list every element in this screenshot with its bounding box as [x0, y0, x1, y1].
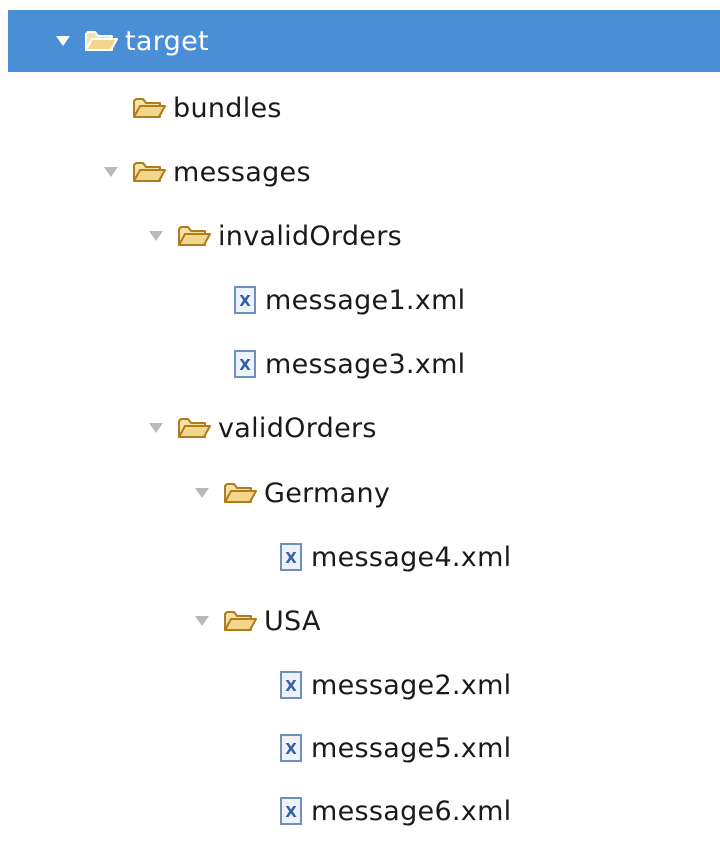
expand-arrow-icon[interactable]	[145, 225, 167, 247]
svg-text:X: X	[239, 292, 251, 310]
xml-file-icon: X	[278, 670, 304, 700]
tree-item-messages[interactable]: messages	[8, 140, 720, 204]
folder-icon	[177, 223, 211, 249]
tree-item-label: message2.xml	[311, 669, 512, 701]
tree-item-label: message5.xml	[311, 732, 512, 764]
xml-file-icon: X	[232, 285, 258, 315]
expand-arrow-icon[interactable]	[145, 417, 167, 439]
svg-text:X: X	[285, 803, 297, 821]
xml-file-icon: X	[278, 796, 304, 826]
folder-icon	[177, 415, 211, 441]
xml-file-icon: X	[232, 349, 258, 379]
svg-text:X: X	[239, 356, 251, 374]
expand-arrow-icon[interactable]	[191, 610, 213, 632]
tree-item-label: bundles	[173, 92, 282, 124]
tree-item-message5-xml[interactable]: X message5.xml	[8, 716, 720, 780]
tree-item-label: USA	[264, 605, 321, 637]
tree-item-label: Germany	[264, 477, 391, 509]
folder-icon	[84, 28, 118, 54]
tree-item-label: message4.xml	[311, 541, 512, 573]
tree-item-invalidorders[interactable]: invalidOrders	[8, 204, 720, 268]
tree-item-label: validOrders	[218, 412, 377, 444]
xml-file-icon: X	[278, 542, 304, 572]
tree-item-germany[interactable]: Germany	[8, 461, 720, 525]
folder-icon	[223, 480, 257, 506]
tree-item-message1-xml[interactable]: X message1.xml	[8, 268, 720, 332]
svg-text:X: X	[285, 549, 297, 567]
svg-text:X: X	[285, 740, 297, 758]
tree-item-message4-xml[interactable]: X message4.xml	[8, 525, 720, 589]
tree-item-label: message3.xml	[265, 348, 466, 380]
tree-item-label: message1.xml	[265, 284, 466, 316]
project-explorer-tree: target bundles messages invalidOrders X …	[0, 0, 720, 848]
tree-item-message2-xml[interactable]: X message2.xml	[8, 653, 720, 717]
xml-file-icon: X	[278, 733, 304, 763]
folder-icon	[132, 159, 166, 185]
tree-item-validorders[interactable]: validOrders	[8, 396, 720, 460]
tree-item-message3-xml[interactable]: X message3.xml	[8, 332, 720, 396]
tree-item-target[interactable]: target	[8, 10, 720, 72]
tree-item-label: invalidOrders	[218, 220, 402, 252]
tree-item-label: target	[125, 25, 209, 57]
tree-item-label: messages	[173, 156, 311, 188]
folder-icon	[223, 608, 257, 634]
tree-item-bundles[interactable]: bundles	[8, 76, 720, 140]
expand-arrow-icon[interactable]	[52, 30, 74, 52]
svg-text:X: X	[285, 677, 297, 695]
expand-arrow-icon[interactable]	[191, 482, 213, 504]
tree-item-usa[interactable]: USA	[8, 589, 720, 653]
expand-arrow-icon[interactable]	[100, 161, 122, 183]
folder-icon	[132, 95, 166, 121]
tree-item-message6-xml[interactable]: X message6.xml	[8, 779, 720, 843]
tree-item-label: message6.xml	[311, 795, 512, 827]
